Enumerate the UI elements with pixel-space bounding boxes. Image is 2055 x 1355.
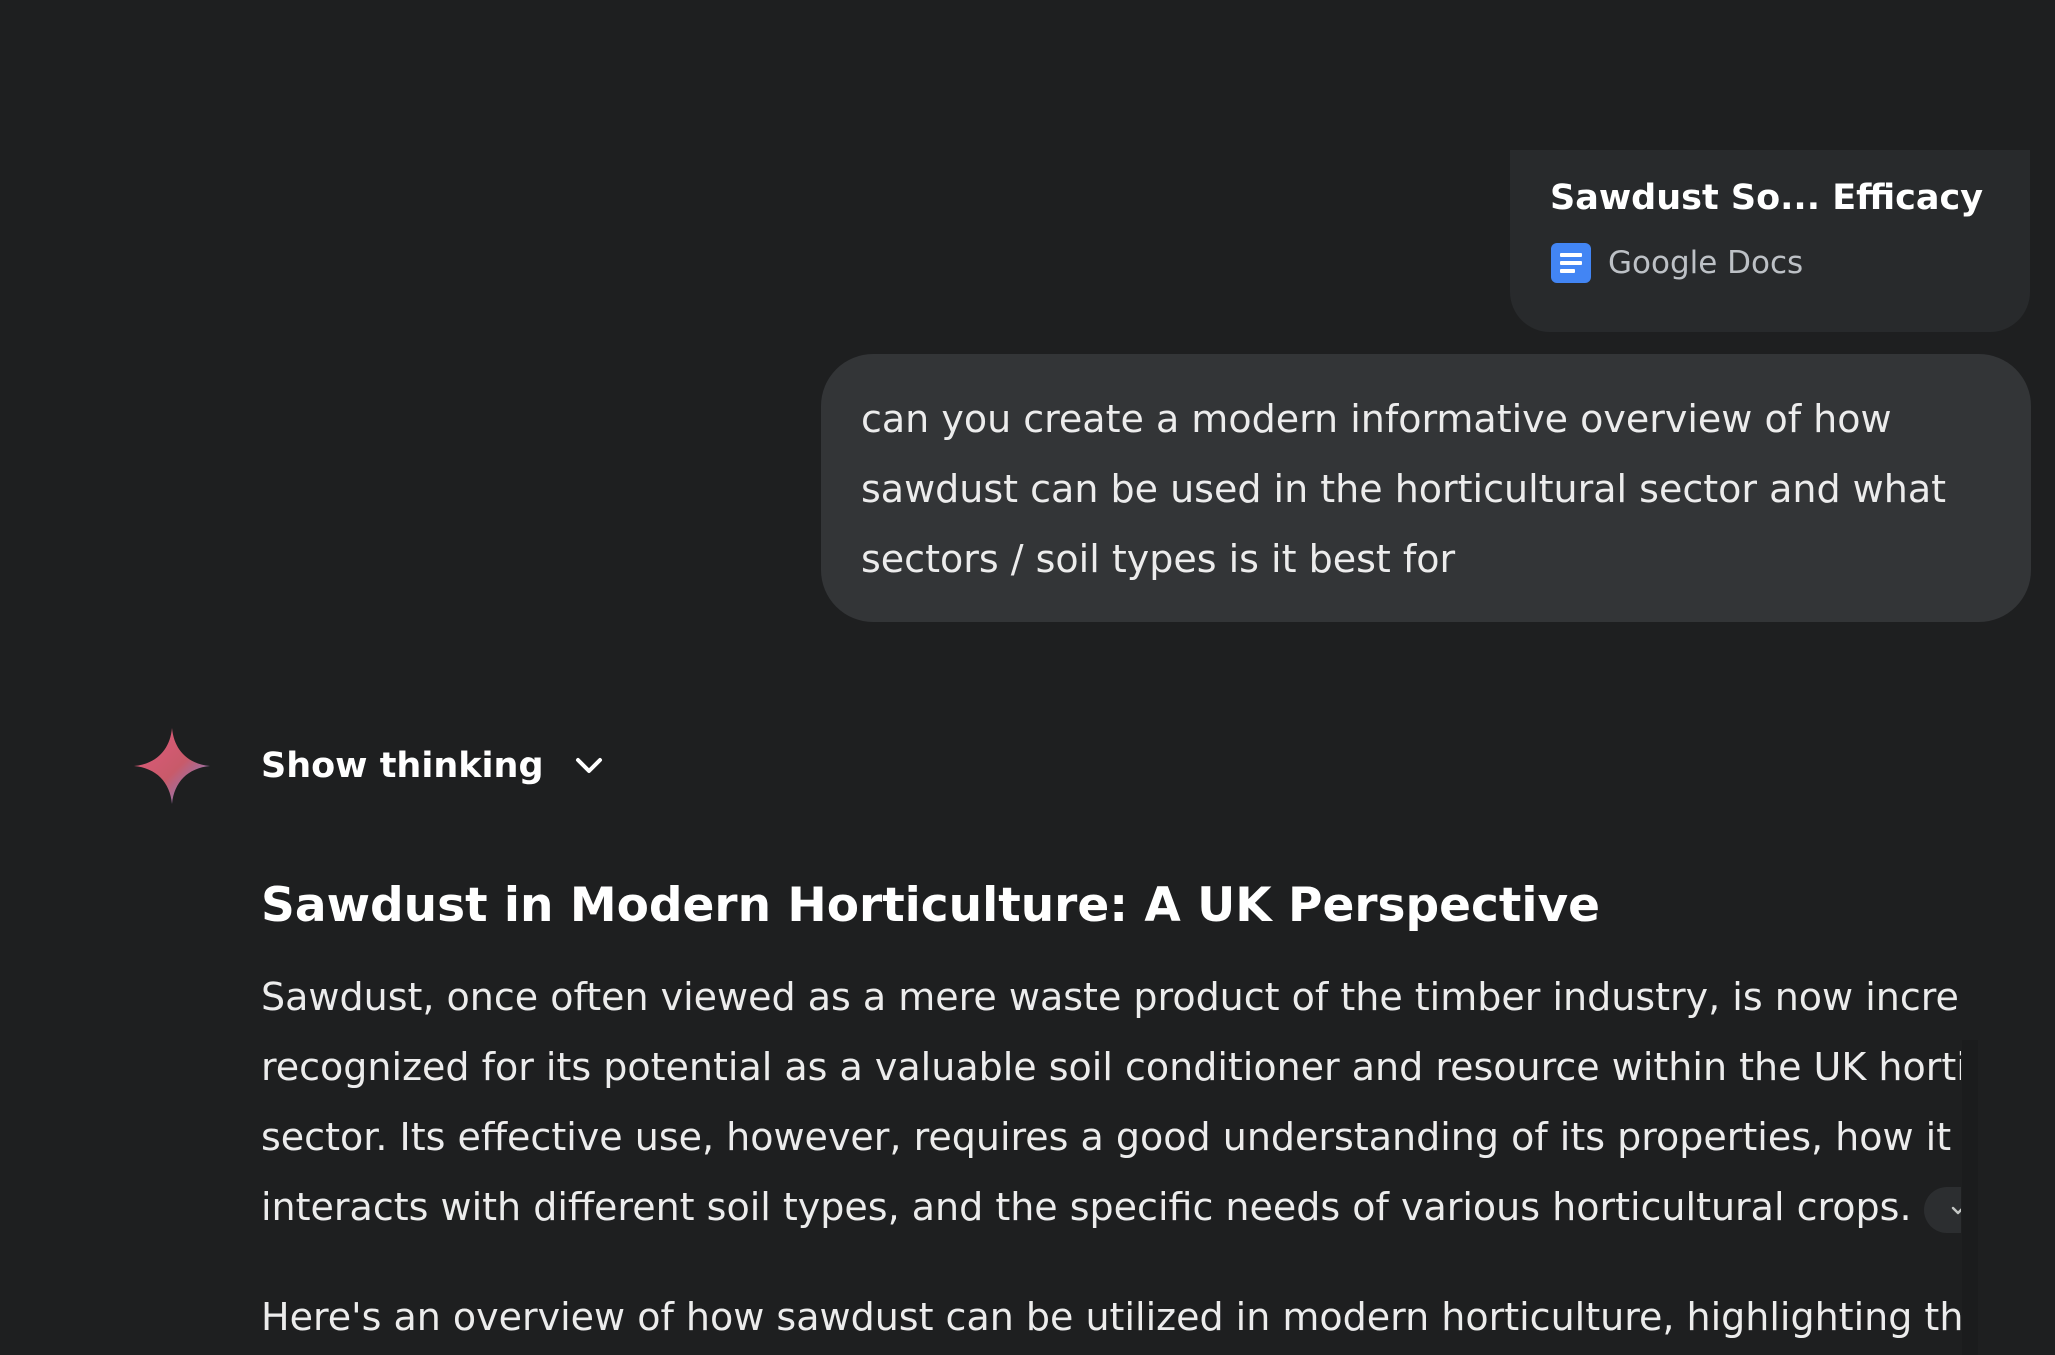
response-line: Sawdust, once often viewed as a mere was… bbox=[261, 975, 1961, 1019]
attached-document-source: Google Docs bbox=[1550, 242, 1990, 284]
user-message-line: can you create a modern informative over… bbox=[861, 397, 1892, 441]
chevron-down-icon bbox=[1951, 1206, 1961, 1214]
google-docs-icon bbox=[1551, 243, 1591, 283]
response-line-text: interacts with different soil types, and… bbox=[261, 1185, 1912, 1229]
response-paragraph-2: Here's an overview of how sawdust can be… bbox=[261, 1295, 1961, 1339]
show-thinking-label: Show thinking bbox=[261, 746, 544, 786]
gemini-sparkle-icon bbox=[134, 728, 210, 804]
show-thinking-toggle[interactable]: Show thinking bbox=[261, 736, 606, 796]
response-line: sector. Its effective use, however, requ… bbox=[261, 1115, 1952, 1159]
chevron-down-icon bbox=[575, 758, 602, 773]
scrollbar-track[interactable] bbox=[1962, 1040, 1978, 1355]
chat-page: Sawdust So... Efficacy Google Docs can y… bbox=[0, 0, 2055, 1355]
user-message-bubble: can you create a modern informative over… bbox=[821, 354, 2031, 622]
response-paragraph: Sawdust, once often viewed as a mere was… bbox=[261, 962, 1961, 1242]
user-message-text: can you create a modern informative over… bbox=[861, 384, 1991, 594]
expand-sources-button[interactable] bbox=[1923, 1186, 1961, 1233]
response-line: recognized for its potential as a valuab… bbox=[261, 1045, 1961, 1089]
attached-document-source-label: Google Docs bbox=[1608, 245, 1804, 281]
user-message-line: sawdust can be used in the horticultural… bbox=[861, 467, 1947, 511]
response-line-last: interacts with different soil types, and… bbox=[261, 1172, 1961, 1242]
attached-document-card[interactable]: Sawdust So... Efficacy Google Docs bbox=[1510, 150, 2030, 332]
attached-document-title: Sawdust So... Efficacy bbox=[1550, 178, 1984, 218]
response-heading: Sawdust in Modern Horticulture: A UK Per… bbox=[261, 878, 1600, 933]
user-message-line: sectors / soil types is it best for bbox=[861, 537, 1456, 581]
model-response: Sawdust in Modern Horticulture: A UK Per… bbox=[261, 870, 1961, 1352]
